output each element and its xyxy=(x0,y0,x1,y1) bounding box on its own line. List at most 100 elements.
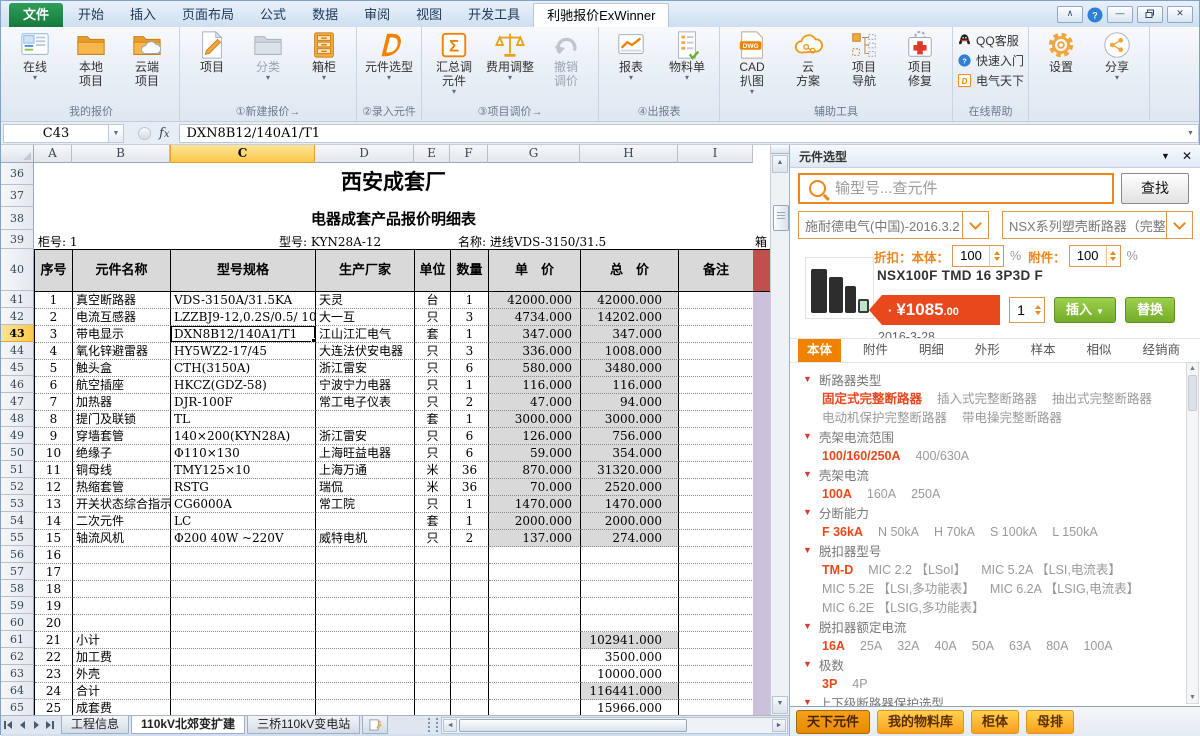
minimize-icon[interactable]: — xyxy=(1107,6,1133,23)
cell[interactable]: 59.000 xyxy=(489,445,581,462)
cell[interactable]: 提门及联锁 xyxy=(73,411,171,428)
column-header-A[interactable]: A xyxy=(34,145,72,163)
row-header-59[interactable]: 59 xyxy=(1,597,34,614)
filter-option[interactable]: 80A xyxy=(1046,639,1068,653)
cell[interactable]: 347.000 xyxy=(489,326,581,343)
cell[interactable]: 31320.000 xyxy=(581,462,679,479)
filter-option[interactable]: F 36kA xyxy=(822,525,863,539)
cell[interactable]: 6 xyxy=(451,428,489,445)
cell[interactable]: 二次元件 xyxy=(73,513,171,530)
ribbon-button-云端项目[interactable]: 云端 项目 xyxy=(119,27,175,88)
cell[interactable]: 5 xyxy=(35,360,73,377)
cell[interactable]: 16 xyxy=(35,547,73,564)
row-header-55[interactable]: 55 xyxy=(1,529,34,546)
cell[interactable] xyxy=(316,632,415,649)
cell[interactable]: 3 xyxy=(35,326,73,343)
insert-worksheet-icon[interactable] xyxy=(362,716,388,734)
cell[interactable]: 带电显示 xyxy=(73,326,171,343)
filter-section-header[interactable]: ▼上下级断路器保护选型 xyxy=(803,693,1185,706)
cell[interactable] xyxy=(316,615,415,632)
column-header-C[interactable]: C xyxy=(170,145,315,163)
cell[interactable]: 热缩套管 xyxy=(73,479,171,496)
filter-option[interactable]: 抽出式完整断路器 xyxy=(1052,392,1152,406)
cell[interactable] xyxy=(415,564,451,581)
cell[interactable]: 1 xyxy=(451,513,489,530)
filter-option[interactable]: S 100kA xyxy=(990,525,1037,539)
cell[interactable]: 常工电子仪表 xyxy=(316,394,415,411)
cell[interactable]: 3000.000 xyxy=(489,411,581,428)
cell[interactable] xyxy=(451,547,489,564)
find-button[interactable]: 查找 xyxy=(1121,173,1189,204)
row-header-44[interactable]: 44 xyxy=(1,342,34,359)
filter-option[interactable]: 带电操完整断路器 xyxy=(962,411,1062,425)
cell[interactable]: 21 xyxy=(35,632,73,649)
filter-option[interactable]: 250A xyxy=(911,487,940,501)
cell[interactable]: 加热器 xyxy=(73,394,171,411)
cell[interactable]: 336.000 xyxy=(489,343,581,360)
cell[interactable]: 274.000 xyxy=(581,530,679,547)
cell[interactable] xyxy=(489,700,581,715)
column-header-E[interactable]: E xyxy=(414,145,450,163)
stepper-arrows-icon[interactable] xyxy=(1032,298,1044,322)
cell[interactable]: LC xyxy=(171,513,316,530)
formula-bar-expand-icon[interactable]: ▼ xyxy=(1183,124,1199,143)
row-header-47[interactable]: 47 xyxy=(1,393,34,410)
cell[interactable] xyxy=(581,598,679,615)
filter-option[interactable]: MIC 5.2A 【LSI,电流表】 xyxy=(981,563,1121,577)
ribbon-button-报表[interactable]: 报表▾ xyxy=(603,27,659,81)
cell[interactable]: 23 xyxy=(35,666,73,683)
select-all-corner[interactable] xyxy=(1,145,34,163)
row-header-53[interactable]: 53 xyxy=(1,495,34,512)
cell[interactable]: 成套费 xyxy=(73,700,171,715)
ribbon-button-电气天下[interactable]: D电气天下 xyxy=(957,72,1024,89)
help-icon[interactable]: ? xyxy=(1087,7,1103,23)
cell[interactable] xyxy=(679,479,754,496)
brand-select[interactable]: 施耐德电气(中国)-2016.3.2 xyxy=(798,211,989,239)
cell[interactable]: 江山江汇电气 xyxy=(316,326,415,343)
ribbon-button-设置[interactable]: 设置 xyxy=(1033,27,1089,74)
ribbon-tab-利驰报价ExWinner[interactable]: 利驰报价ExWinner xyxy=(533,3,669,27)
ribbon-tab-数据[interactable]: 数据 xyxy=(299,3,351,27)
cell[interactable]: 580.000 xyxy=(489,360,581,377)
collapse-ribbon-icon[interactable]: ∧ xyxy=(1057,6,1083,23)
cell[interactable]: 6 xyxy=(35,377,73,394)
cell[interactable]: 加工费 xyxy=(73,649,171,666)
cell[interactable] xyxy=(679,598,754,615)
cell[interactable]: 1 xyxy=(451,326,489,343)
product-image[interactable] xyxy=(805,257,874,319)
cell[interactable] xyxy=(316,666,415,683)
cell[interactable] xyxy=(679,496,754,513)
ribbon-button-本地项目[interactable]: 本地 项目 xyxy=(63,27,119,88)
cell[interactable]: 绝缘子 xyxy=(73,445,171,462)
cell[interactable]: 台 xyxy=(415,292,451,309)
vertical-scroll-thumb[interactable] xyxy=(773,205,789,231)
filter-section-header[interactable]: ▼壳架电流范围 xyxy=(803,427,1185,446)
column-header-F[interactable]: F xyxy=(450,145,488,163)
cell[interactable] xyxy=(171,683,316,700)
accessory-discount-stepper[interactable]: 100 xyxy=(1069,245,1121,267)
filter-section-header[interactable]: ▼脱扣器额定电流 xyxy=(803,617,1185,636)
cell[interactable]: DJR-100F xyxy=(171,394,316,411)
scroll-down-icon[interactable]: ▼ xyxy=(772,696,788,714)
cell[interactable] xyxy=(679,632,754,649)
row-header-61[interactable]: 61 xyxy=(1,631,34,648)
cell[interactable]: 347.000 xyxy=(581,326,679,343)
name-box-dropdown-icon[interactable]: ▼ xyxy=(109,124,124,143)
cell[interactable] xyxy=(316,700,415,715)
row-header-62[interactable]: 62 xyxy=(1,648,34,665)
ribbon-button-项目[interactable]: 项目 xyxy=(184,27,240,74)
ribbon-tab-审阅[interactable]: 审阅 xyxy=(351,3,403,27)
row-header-49[interactable]: 49 xyxy=(1,427,34,444)
cell[interactable]: 合计 xyxy=(73,683,171,700)
cell[interactable]: 天灵 xyxy=(316,292,415,309)
cell[interactable]: 只 xyxy=(415,496,451,513)
cell[interactable]: 116.000 xyxy=(581,377,679,394)
filter-section-header[interactable]: ▼断路器类型 xyxy=(803,370,1185,389)
cell[interactable]: 航空插座 xyxy=(73,377,171,394)
row-header-43[interactable]: 43 xyxy=(1,325,34,342)
cell[interactable]: 15966.000 xyxy=(581,700,679,715)
filter-option[interactable]: TM-D xyxy=(822,563,853,577)
ribbon-button-CAD扒图[interactable]: DWGCAD 扒图▾ xyxy=(724,27,780,95)
filter-option[interactable]: 40A xyxy=(934,639,956,653)
filter-option[interactable]: 32A xyxy=(897,639,919,653)
